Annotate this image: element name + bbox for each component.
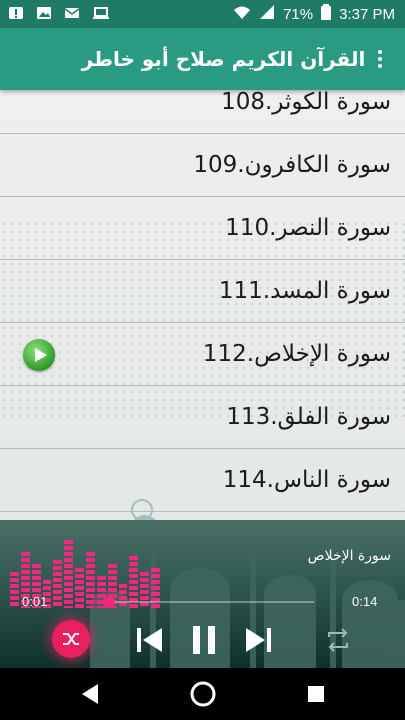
- play-icon[interactable]: [23, 339, 55, 371]
- wifi-icon: [233, 4, 251, 24]
- image-icon: [36, 5, 52, 21]
- surah-row[interactable]: 111.سورة المسد: [0, 259, 405, 323]
- status-indicators: 71% 3:37 PM: [233, 4, 395, 24]
- repeat-button[interactable]: [320, 622, 356, 658]
- surah-label: 114.سورة الناس: [222, 467, 391, 493]
- recents-icon: [308, 686, 324, 702]
- surah-row[interactable]: 114.سورة الناس: [0, 448, 405, 512]
- battery-icon: [321, 4, 332, 24]
- shuffle-icon: [63, 633, 79, 645]
- clock: 3:37 PM: [339, 5, 395, 23]
- skip-next-icon: [246, 628, 271, 652]
- alert-icon: [8, 5, 24, 21]
- laptop-icon: [92, 5, 109, 21]
- equalizer-bar: [53, 560, 63, 608]
- surah-label: 109.سورة الكافرون: [193, 152, 391, 178]
- surah-label: 112.سورة الإخلاص: [202, 341, 391, 367]
- surah-label: 108.سورة الكوثر: [221, 90, 391, 115]
- back-icon: [82, 684, 98, 704]
- recents-button[interactable]: [300, 678, 332, 710]
- pause-icon: [193, 626, 215, 654]
- repeat-icon: [328, 628, 348, 652]
- surah-row[interactable]: 112.سورة الإخلاص: [0, 322, 405, 386]
- elapsed-time: 0:01: [22, 594, 48, 609]
- home-icon: [190, 681, 216, 707]
- seek-bar[interactable]: [94, 596, 314, 608]
- surah-row[interactable]: 109.سورة الكافرون: [0, 133, 405, 197]
- skip-previous-icon: [137, 628, 162, 652]
- pause-button[interactable]: [186, 622, 222, 658]
- surah-row[interactable]: 113.سورة الفلق: [0, 385, 405, 449]
- equalizer-bar: [118, 584, 128, 608]
- navigation-bar: [0, 668, 405, 720]
- surah-row[interactable]: 110.سورة النصر: [0, 196, 405, 260]
- surah-label: 113.سورة الفلق: [226, 404, 391, 430]
- surah-label: 110.سورة النصر: [225, 215, 391, 241]
- equalizer-bar: [10, 572, 19, 608]
- surah-label: 111.سورة المسد: [218, 278, 391, 304]
- signal-icon: [259, 4, 275, 24]
- back-button[interactable]: [74, 678, 106, 710]
- shuffle-button[interactable]: [52, 620, 90, 658]
- app-bar: القرآن الكريم صلاح أبو خاطر: [0, 28, 405, 90]
- equalizer-bar: [64, 540, 74, 608]
- equalizer-bar: [75, 568, 85, 608]
- notification-icons: [8, 5, 109, 21]
- audio-player: سورة الإخلاص 0:01 0:14: [0, 520, 405, 668]
- status-bar: 71% 3:37 PM: [0, 0, 405, 28]
- app-title: القرآن الكريم صلاح أبو خاطر: [81, 47, 366, 71]
- home-button[interactable]: [187, 678, 219, 710]
- previous-button[interactable]: [132, 622, 168, 658]
- surah-row[interactable]: 108.سورة الكوثر: [0, 90, 405, 134]
- total-duration: 0:14: [352, 594, 378, 609]
- battery-level: 71%: [283, 5, 314, 23]
- equalizer-bar: [86, 552, 95, 608]
- email-icon: [64, 5, 80, 21]
- now-playing-title: سورة الإخلاص: [307, 548, 391, 564]
- next-button[interactable]: [240, 622, 276, 658]
- surah-list[interactable]: 108.سورة الكوثر 109.سورة الكافرون 110.سورة…: [0, 90, 405, 520]
